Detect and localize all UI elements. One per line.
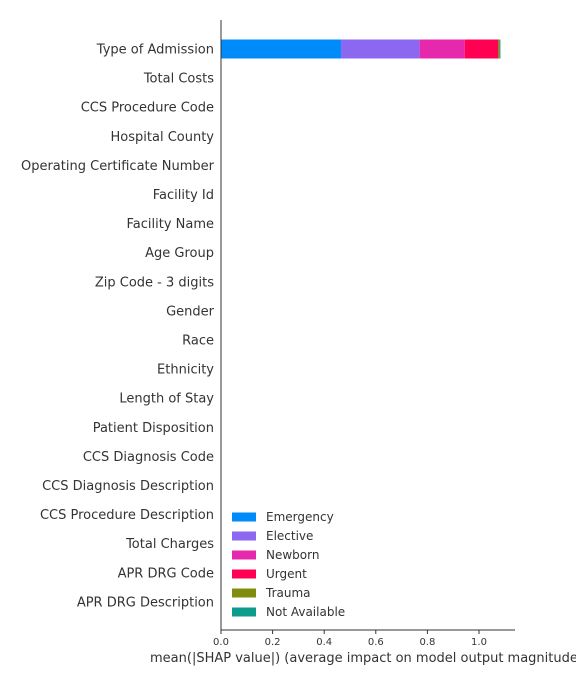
legend-label: Elective	[266, 529, 313, 543]
bar-segment-not-available	[499, 39, 501, 59]
y-tick-label: APR DRG Description	[77, 595, 214, 610]
y-tick-label: Type of Admission	[96, 43, 214, 58]
legend-swatch	[232, 531, 256, 541]
y-tick-label: Operating Certificate Number	[21, 159, 215, 174]
x-tick-label: 0.4	[316, 637, 332, 648]
bar-segment-emergency	[221, 39, 341, 59]
y-tick-label: Facility Id	[153, 188, 214, 203]
y-tick-label: Ethnicity	[157, 363, 214, 378]
y-tick-label: CCS Procedure Code	[81, 101, 214, 116]
legend-swatch	[232, 588, 256, 598]
legend-swatch	[232, 607, 256, 617]
legend-label: Urgent	[266, 567, 307, 581]
legend-swatch	[232, 512, 256, 522]
bar-segment-elective	[340, 39, 420, 59]
y-tick-label: Facility Name	[126, 217, 214, 232]
legend-label: Newborn	[266, 548, 319, 562]
legend-label: Not Available	[266, 605, 345, 619]
y-tick-label: Hospital County	[111, 130, 215, 145]
legend-swatch	[232, 550, 256, 560]
y-tick-label: APR DRG Code	[118, 566, 214, 581]
bars-layer	[221, 39, 501, 59]
legend-swatch	[232, 569, 256, 579]
y-tick-labels: Type of Admission Total Costs CCS Procedur…	[21, 43, 215, 611]
bar-segment-newborn	[419, 39, 465, 59]
x-axis-label: mean(|SHAP value|) (average impact on mo…	[150, 651, 576, 666]
y-tick-label: Age Group	[145, 246, 214, 261]
y-tick-label: Patient Disposition	[93, 421, 214, 436]
y-tick-label: Zip Code - 3 digits	[95, 275, 214, 290]
y-tick-label: Gender	[166, 304, 215, 319]
x-tick-label: 0.6	[368, 637, 384, 648]
y-tick-label: CCS Diagnosis Code	[83, 450, 214, 465]
y-tick-label: Length of Stay	[119, 392, 214, 407]
y-tick-label: Total Costs	[143, 72, 214, 87]
shap-summary-chart: Type of Admission Total Costs CCS Procedur…	[0, 0, 576, 684]
legend: Emergency Elective Newborn Urgent Trauma Not …	[232, 510, 345, 619]
x-tick-label: 0.0	[213, 637, 229, 648]
y-tick-label: Race	[182, 334, 214, 349]
legend-label: Trauma	[265, 586, 311, 600]
legend-label: Emergency	[266, 510, 334, 524]
y-tick-label: CCS Procedure Description	[40, 508, 214, 523]
y-tick-label: Total Charges	[125, 537, 214, 552]
bar-segment-trauma	[498, 39, 500, 59]
x-tick-label: 0.2	[265, 637, 281, 648]
chart-canvas: Type of Admission Total Costs CCS Procedur…	[21, 20, 576, 666]
x-tick-label: 1.0	[471, 637, 487, 648]
x-axis-ticks: 0.0 0.2 0.4 0.6 0.8 1.0	[213, 630, 487, 648]
bar-segment-urgent	[464, 39, 499, 59]
x-tick-label: 0.8	[419, 637, 435, 648]
y-tick-label: CCS Diagnosis Description	[42, 479, 214, 494]
